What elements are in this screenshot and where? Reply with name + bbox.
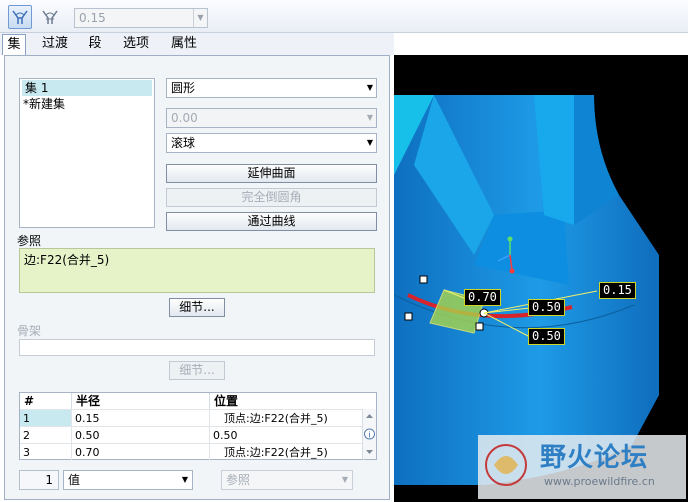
tab-sets[interactable]: 集 <box>2 34 26 55</box>
drag-handle <box>404 312 413 321</box>
sets-list[interactable]: 集 1 *新建集 <box>19 78 155 228</box>
dashboard-toolbar: 0.15 ▼ <box>0 0 688 33</box>
radius-value-text: 0.15 <box>79 11 106 25</box>
chevron-down-icon: ▼ <box>366 138 373 147</box>
tab-transitions[interactable]: 过渡 <box>38 34 72 55</box>
skeleton-details-button: 细节... <box>169 361 225 380</box>
transition-mode-button[interactable] <box>38 5 62 29</box>
method-value: 滚球 <box>171 136 196 150</box>
table-cell-location[interactable]: 0.50 <box>210 426 364 443</box>
col-header-index: # <box>20 393 72 409</box>
table-cell-index[interactable]: 1 <box>20 409 72 426</box>
sets-panel: 集 1 *新建集 圆形 ▼ 0.00 ▼ 滚球 ▼ 延伸曲面 完全倒圆角 通过曲… <box>4 55 390 500</box>
references-label: 参照 <box>17 234 42 248</box>
drag-handle <box>419 275 428 284</box>
list-item[interactable]: *新建集 <box>20 96 154 112</box>
skeleton-collector <box>19 339 375 356</box>
table-cell-location[interactable]: 顶点:边:F22(合并_5) <box>210 409 364 426</box>
radius-value-combo[interactable]: 0.15 ▼ <box>74 8 208 28</box>
creation-method-select[interactable]: 滚球 ▼ <box>166 133 377 153</box>
through-curve-button[interactable]: 通过曲线 <box>166 212 377 231</box>
round-set-mode-button[interactable] <box>8 5 32 29</box>
dim-label[interactable]: 0.50 <box>528 328 565 345</box>
col-header-radius: 半径 <box>72 393 210 409</box>
dim-label[interactable]: 0.70 <box>464 289 501 306</box>
svg-text:i: i <box>368 431 370 440</box>
table-cell-radius[interactable]: 0.50 <box>72 426 210 443</box>
tab-segments[interactable]: 段 <box>84 34 106 55</box>
graphics-viewport[interactable]: 0.15 0.70 0.50 0.50 野火论坛 www.proewildfir… <box>394 55 688 502</box>
reference-details-button[interactable]: 细节... <box>169 298 225 317</box>
radius-reference-select: 参照 ▼ <box>221 470 353 490</box>
table-cell-radius[interactable]: 0.70 <box>72 443 210 460</box>
chevron-down-icon: ▼ <box>366 83 373 92</box>
radius-table[interactable]: # 半径 位置 1 0.15 顶点:边:F22(合并_5) 2 0.50 0.5… <box>19 392 377 460</box>
conic-value: 0.00 <box>171 111 198 125</box>
radius-type-value: 值 <box>68 473 81 487</box>
extend-surfaces-button[interactable]: 延伸曲面 <box>166 164 377 183</box>
tab-properties[interactable]: 属性 <box>166 34 202 55</box>
list-item[interactable]: 集 1 <box>22 80 152 96</box>
dim-label[interactable]: 0.50 <box>528 299 565 316</box>
watermark-title: 野火论坛 <box>540 443 649 473</box>
full-round-button: 完全倒圆角 <box>166 188 377 207</box>
chevron-down-icon: ▼ <box>341 475 348 484</box>
chevron-down-icon: ▼ <box>366 113 373 122</box>
selected-count: 1 <box>19 470 59 490</box>
skeleton-label: 骨架 <box>17 324 42 338</box>
radius-reference-value: 参照 <box>226 473 251 487</box>
conic-value-select: 0.00 ▼ <box>166 108 377 128</box>
table-cell-index[interactable]: 3 <box>20 443 72 460</box>
watermark-url: www.proewildfire.cn <box>544 475 655 488</box>
cross-section-shape-select[interactable]: 圆形 ▼ <box>166 78 377 98</box>
round-variable-icon <box>42 10 58 24</box>
model-view <box>394 95 686 499</box>
round-set-icon <box>12 10 28 24</box>
shape-value: 圆形 <box>171 81 196 95</box>
drag-handle <box>475 322 484 331</box>
tab-strip: 集 过渡 段 选项 属性 <box>0 33 394 55</box>
scroll-arrows-icon: i <box>364 414 375 454</box>
references-collector[interactable]: 边:F22(合并_5) <box>19 248 375 293</box>
table-cell-location[interactable]: 顶点:边:F22(合并_5) <box>210 443 364 460</box>
col-header-location: 位置 <box>210 393 364 409</box>
reference-value: 边:F22(合并_5) <box>24 253 110 267</box>
tab-options[interactable]: 选项 <box>118 34 154 55</box>
chevron-down-icon: ▼ <box>193 9 207 27</box>
dim-label[interactable]: 0.15 <box>599 282 636 299</box>
table-cell-radius[interactable]: 0.15 <box>72 409 210 426</box>
radius-type-select[interactable]: 值 ▼ <box>63 470 193 490</box>
chevron-down-icon: ▼ <box>181 475 188 484</box>
table-scrollbar[interactable]: i <box>362 409 376 459</box>
table-cell-index[interactable]: 2 <box>20 426 72 443</box>
